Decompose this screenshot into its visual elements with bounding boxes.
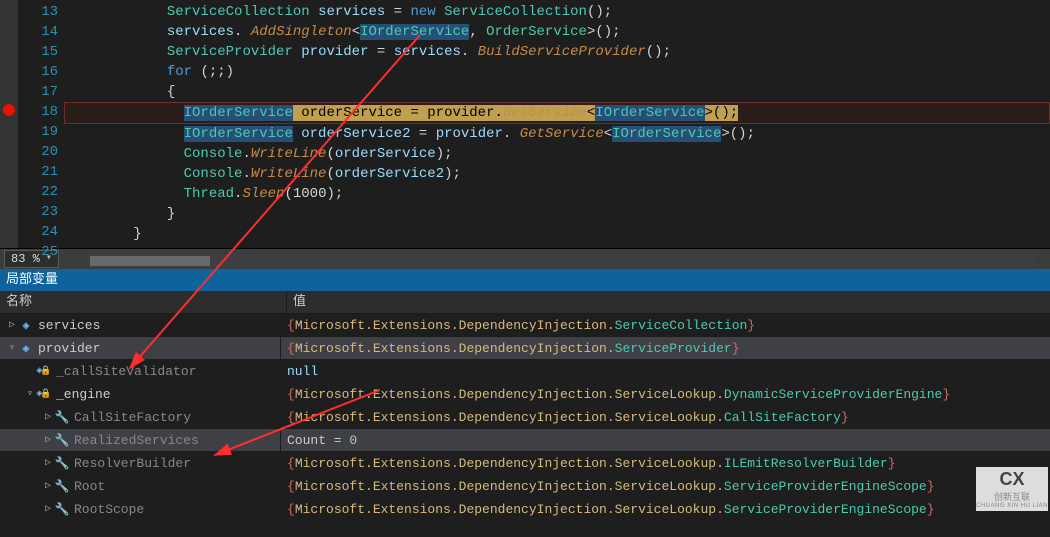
- variable-name: CallSiteFactory: [74, 410, 191, 425]
- chevron-right-icon[interactable]: ▷: [6, 319, 18, 331]
- locals-window-title: 局部变量: [0, 269, 1050, 291]
- variable-value: Count = 0: [281, 433, 1050, 448]
- code-line[interactable]: }: [66, 204, 1050, 224]
- property-icon: 🔧: [54, 409, 70, 425]
- code-line[interactable]: }: [66, 224, 1050, 244]
- property-icon: 🔧: [54, 501, 70, 517]
- variable-value: {Microsoft.Extensions.DependencyInjectio…: [281, 502, 1050, 517]
- code-line[interactable]: {: [66, 82, 1050, 102]
- code-line[interactable]: ServiceCollection services = new Service…: [66, 2, 1050, 22]
- code-line[interactable]: IOrderService orderService = provider.Ge…: [64, 102, 1050, 124]
- line-number: 19: [18, 122, 58, 142]
- breakpoint-gutter[interactable]: [0, 0, 18, 248]
- line-number: 13: [18, 2, 58, 22]
- variable-value: {Microsoft.Extensions.DependencyInjectio…: [281, 387, 1050, 402]
- line-number-gutter: 13141516171819202122232425: [18, 0, 66, 248]
- locals-row[interactable]: ▿◈🔒 _engine {Microsoft.Extensions.Dependen…: [0, 383, 1050, 406]
- object-icon: ◈: [18, 340, 34, 356]
- line-number: 18: [18, 102, 58, 122]
- code-line[interactable]: services. AddSingleton<IOrderService, Or…: [66, 22, 1050, 42]
- variable-name: ResolverBuilder: [74, 456, 191, 471]
- locals-row[interactable]: ▷🔧 Root {Microsoft.Extensions.DependencyIn…: [0, 475, 1050, 498]
- code-line[interactable]: for (;;): [66, 62, 1050, 82]
- locals-row[interactable]: ▿◈ provider {Microsoft.Extensions.Dependen…: [0, 337, 1050, 360]
- locals-grid-header: 名称 值: [0, 291, 1050, 314]
- variable-name: _engine: [56, 387, 111, 402]
- line-number: 24: [18, 222, 58, 242]
- column-header-name[interactable]: 名称: [0, 291, 287, 313]
- chevron-right-icon[interactable]: ▷: [42, 434, 54, 446]
- locals-row[interactable]: ▷🔧 RootScope {Microsoft.Extensions.Depende…: [0, 498, 1050, 521]
- line-number: 22: [18, 182, 58, 202]
- property-icon: 🔧: [54, 455, 70, 471]
- locals-row[interactable]: ▷🔧 ResolverBuilder {Microsoft.Extensions.D…: [0, 452, 1050, 475]
- code-line[interactable]: Console.WriteLine(orderService);: [66, 144, 1050, 164]
- code-line[interactable]: Thread.Sleep(1000);: [66, 184, 1050, 204]
- variable-value: {Microsoft.Extensions.DependencyInjectio…: [281, 410, 1050, 425]
- editor-horizontal-scrollbar[interactable]: [90, 254, 1036, 268]
- variable-name: provider: [38, 341, 100, 356]
- line-number: 15: [18, 42, 58, 62]
- locals-row[interactable]: ◈🔒 _callSiteValidator null: [0, 360, 1050, 383]
- line-number: 16: [18, 62, 58, 82]
- variable-value: {Microsoft.Extensions.DependencyInjectio…: [281, 318, 1050, 333]
- chevron-down-icon[interactable]: ▿: [24, 388, 36, 400]
- private-field-icon: ◈🔒: [36, 386, 52, 402]
- line-number: 20: [18, 142, 58, 162]
- variable-name: RootScope: [74, 502, 144, 517]
- code-line[interactable]: Console.WriteLine(orderService2);: [66, 164, 1050, 184]
- chevron-right-icon[interactable]: ▷: [42, 411, 54, 423]
- locals-row[interactable]: ▷🔧 CallSiteFactory {Microsoft.Extensions.D…: [0, 406, 1050, 429]
- variable-value: null: [281, 364, 1050, 379]
- code-line[interactable]: IOrderService orderService2 = provider. …: [66, 124, 1050, 144]
- variable-name: services: [38, 318, 100, 333]
- property-icon: 🔧: [54, 478, 70, 494]
- line-number: 23: [18, 202, 58, 222]
- locals-row[interactable]: ▷◈ services {Microsoft.Extensions.Dependen…: [0, 314, 1050, 337]
- line-number: 21: [18, 162, 58, 182]
- chevron-right-icon[interactable]: ▷: [42, 457, 54, 469]
- object-icon: ◈: [18, 317, 34, 333]
- line-number: 17: [18, 82, 58, 102]
- line-number: 14: [18, 22, 58, 42]
- locals-tree[interactable]: ▷◈services{Microsoft.Extensions.Dependen…: [0, 314, 1050, 521]
- variable-name: Root: [74, 479, 105, 494]
- code-area[interactable]: ServiceCollection services = new Service…: [66, 0, 1050, 248]
- code-editor[interactable]: 13141516171819202122232425 ServiceCollec…: [0, 0, 1050, 248]
- variable-name: _callSiteValidator: [56, 364, 196, 379]
- variable-name: RealizedServices: [74, 433, 199, 448]
- locals-row[interactable]: ▷🔧 RealizedServices Count = 0: [0, 429, 1050, 452]
- chevron-right-icon[interactable]: ▷: [42, 480, 54, 492]
- line-number: 25: [18, 242, 58, 262]
- private-field-icon: ◈🔒: [36, 363, 52, 379]
- variable-value: {Microsoft.Extensions.DependencyInjectio…: [281, 456, 1050, 471]
- chevron-down-icon[interactable]: ▿: [6, 342, 18, 354]
- variable-value: {Microsoft.Extensions.DependencyInjectio…: [281, 479, 1050, 494]
- breakpoint-icon[interactable]: [3, 104, 15, 116]
- code-line[interactable]: ServiceProvider provider = services. Bui…: [66, 42, 1050, 62]
- watermark: CX 创新互联 CHUANG XIN HU LIAN: [976, 467, 1048, 511]
- variable-value: {Microsoft.Extensions.DependencyInjectio…: [281, 341, 1050, 356]
- property-icon: 🔧: [54, 432, 70, 448]
- column-header-value[interactable]: 值: [287, 291, 1050, 313]
- chevron-right-icon[interactable]: ▷: [42, 503, 54, 515]
